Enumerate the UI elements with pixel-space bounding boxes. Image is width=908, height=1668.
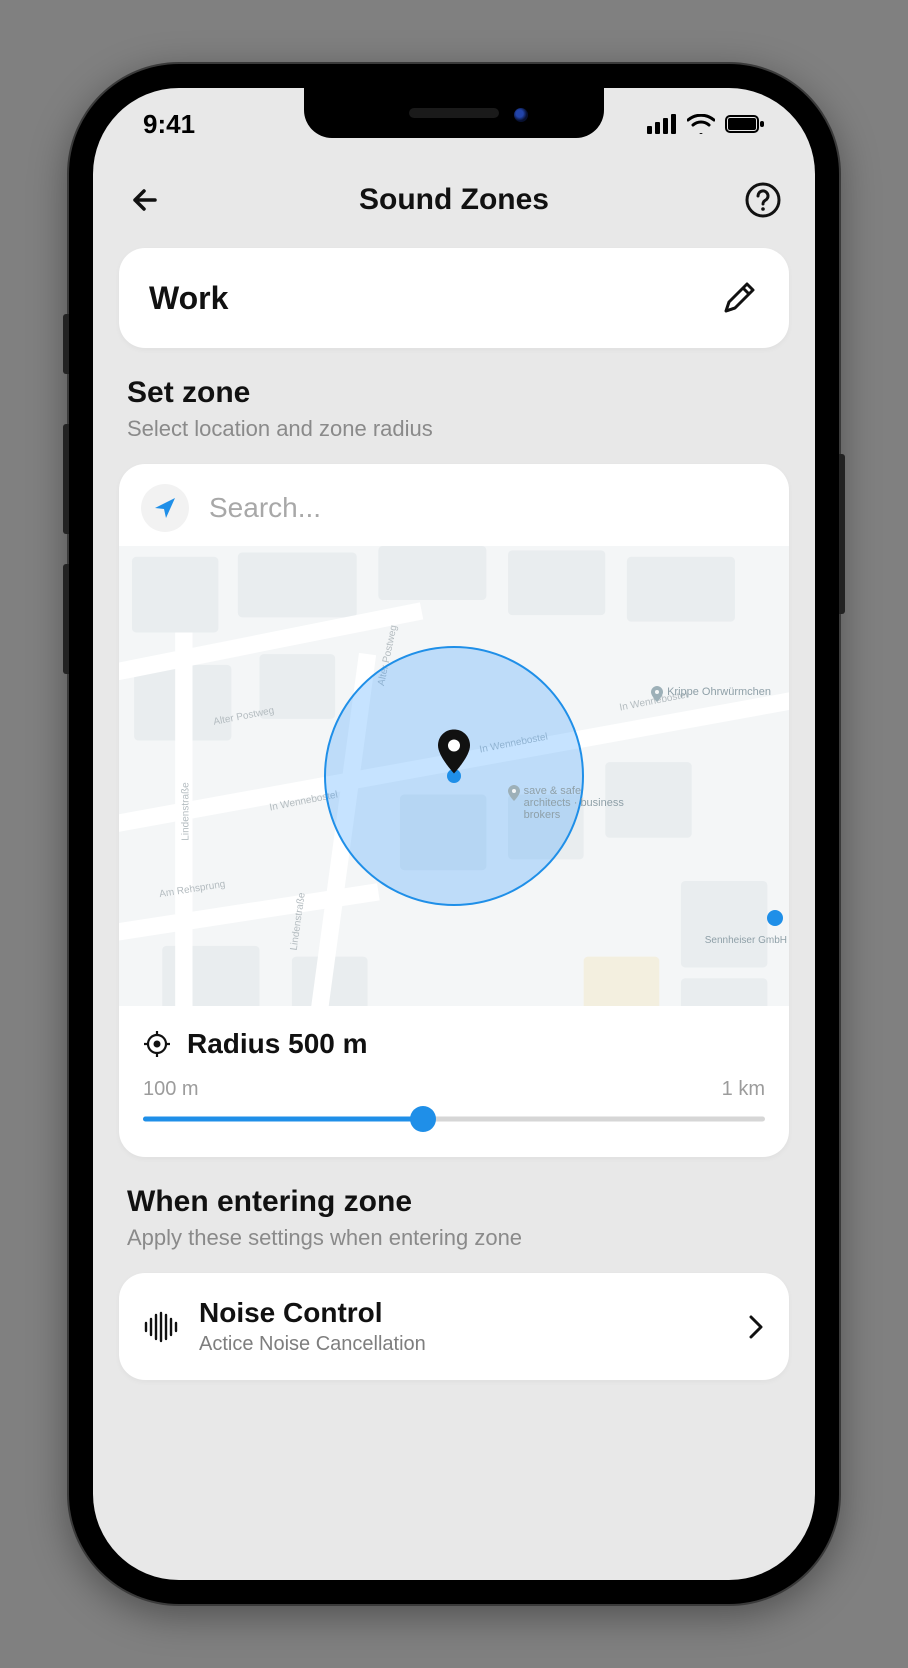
- help-icon: [744, 181, 782, 219]
- pencil-icon: [719, 278, 759, 318]
- slider-fill: [143, 1117, 423, 1122]
- locate-me-button[interactable]: [141, 484, 189, 532]
- zone-name-card[interactable]: Work: [119, 248, 789, 348]
- zone-name-label: Work: [149, 280, 228, 317]
- pin-icon: [437, 729, 471, 773]
- noise-control-subtitle: Actice Noise Cancellation: [199, 1333, 727, 1356]
- map-user-dot: [767, 910, 783, 926]
- battery-icon: [725, 114, 765, 134]
- entering-zone-subtitle: Apply these settings when entering zone: [127, 1225, 781, 1251]
- map-poi: Krippe Ohrwürmchen: [651, 686, 771, 702]
- entering-zone-title: When entering zone: [127, 1185, 781, 1219]
- map-pin[interactable]: [437, 729, 471, 778]
- volume-down-button: [63, 564, 69, 674]
- map-poi: Sennheiser GmbH: [705, 935, 787, 946]
- mute-switch: [63, 314, 69, 374]
- back-button[interactable]: [123, 178, 167, 222]
- nav-bar: Sound Zones: [119, 170, 789, 226]
- page-title: Sound Zones: [359, 183, 549, 217]
- slider-min-label: 100 m: [143, 1078, 199, 1101]
- poi-pin-icon: [651, 686, 663, 702]
- cellular-icon: [647, 114, 677, 134]
- status-time: 9:41: [143, 109, 195, 140]
- screen: 9:41: [93, 88, 815, 1580]
- set-zone-header: Set zone Select location and zone radius: [119, 376, 789, 442]
- poi-pin-icon: [508, 785, 520, 801]
- arrow-left-icon: [127, 182, 163, 218]
- slider-thumb[interactable]: [410, 1106, 436, 1132]
- radius-value-label: Radius 500 m: [187, 1028, 368, 1060]
- location-arrow-icon: [152, 495, 178, 521]
- map-poi: save & safe architects · business broker…: [508, 785, 628, 821]
- search-input[interactable]: Search...: [209, 492, 321, 524]
- slider-max-label: 1 km: [722, 1078, 765, 1101]
- phone-frame: 9:41: [69, 64, 839, 1604]
- notch: [304, 88, 604, 138]
- help-button[interactable]: [741, 178, 785, 222]
- set-zone-title: Set zone: [127, 376, 781, 410]
- power-button: [839, 454, 845, 614]
- map-card: Search...: [119, 464, 789, 1157]
- noise-control-title: Noise Control: [199, 1297, 727, 1329]
- target-icon: [143, 1030, 171, 1058]
- chevron-right-icon: [747, 1313, 765, 1341]
- street-label: Lindenstraße: [181, 782, 192, 840]
- volume-up-button: [63, 424, 69, 534]
- noise-control-row[interactable]: Noise Control Actice Noise Cancellation: [119, 1273, 789, 1380]
- entering-zone-header: When entering zone Apply these settings …: [119, 1185, 789, 1251]
- noise-control-icon: [143, 1311, 179, 1343]
- radius-slider[interactable]: [143, 1105, 765, 1133]
- wifi-icon: [687, 114, 715, 134]
- map-view[interactable]: Alter Postweg Alter Postweg Lindenstraße…: [119, 546, 789, 1006]
- set-zone-subtitle: Select location and zone radius: [127, 416, 781, 442]
